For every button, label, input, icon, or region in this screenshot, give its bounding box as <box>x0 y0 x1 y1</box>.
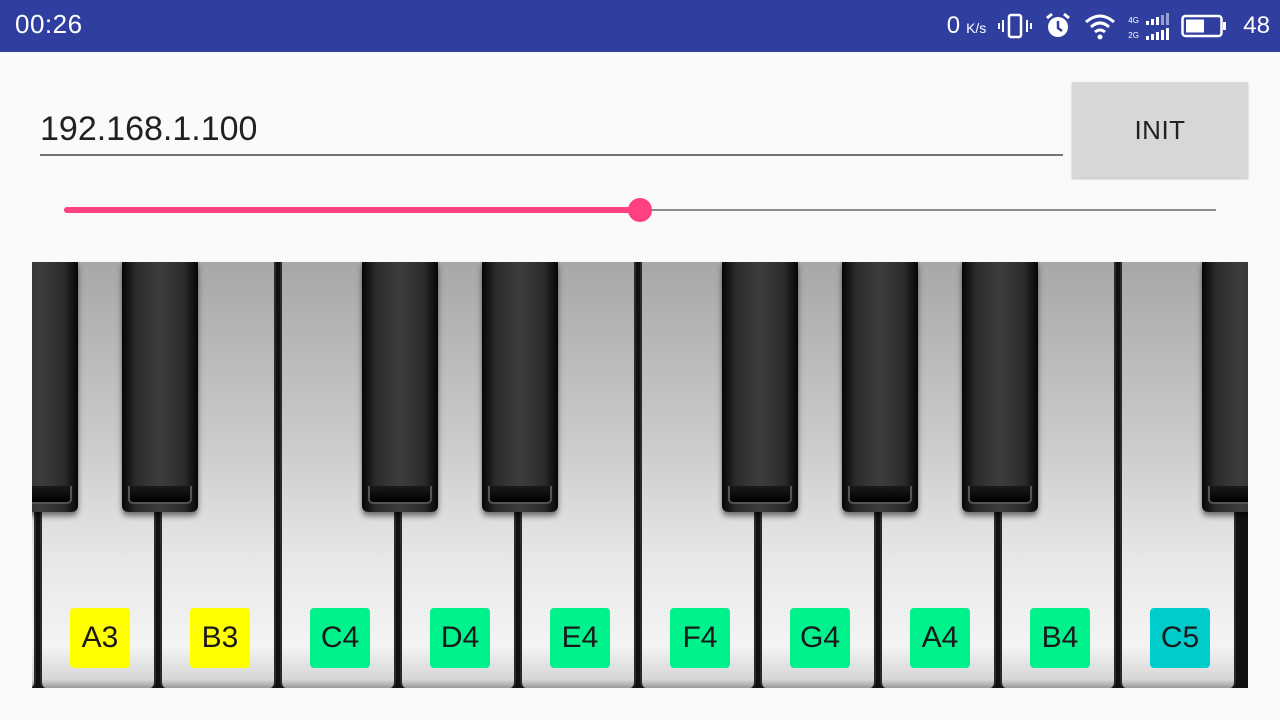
piano-black-key[interactable] <box>122 262 198 512</box>
network-speed: 0 K/s <box>947 12 987 40</box>
note-label-c5: C5 <box>1150 608 1210 668</box>
battery-level: 48 <box>1243 12 1270 39</box>
note-label-f4: F4 <box>670 608 730 668</box>
signal-label-4g: 4G <box>1128 15 1139 25</box>
status-bar: 00:26 0 K/s 4G 2G 48 <box>0 0 1280 52</box>
slider-fill <box>64 207 640 213</box>
network-speed-value: 0 <box>946 12 961 39</box>
piano-black-key[interactable] <box>842 262 918 512</box>
signal-label-2g: 2G <box>1128 30 1139 40</box>
piano-black-key[interactable] <box>32 262 78 512</box>
piano-black-key[interactable] <box>722 262 798 512</box>
ip-address-input[interactable] <box>40 104 1063 156</box>
piano-black-key[interactable] <box>362 262 438 512</box>
cellular-signal-icon: 4G 2G <box>1128 12 1170 40</box>
vibrate-icon <box>998 12 1033 40</box>
slider-thumb[interactable] <box>628 198 652 222</box>
volume-slider[interactable] <box>64 190 1216 230</box>
network-speed-unit: K/s <box>966 20 987 36</box>
piano-black-key[interactable] <box>1202 262 1248 512</box>
piano-black-key[interactable] <box>482 262 558 512</box>
note-label-g4: G4 <box>790 608 850 668</box>
note-label-e4: E4 <box>550 608 610 668</box>
note-label-b4: B4 <box>1030 608 1090 668</box>
note-label-b3: B3 <box>190 608 250 668</box>
piano-black-key[interactable] <box>962 262 1038 512</box>
init-button[interactable]: INIT <box>1072 82 1248 178</box>
battery-icon <box>1181 14 1227 38</box>
status-icons: 0 K/s 4G 2G 48 <box>947 0 1270 52</box>
piano-keyboard: A3 B3 C4 D4 E4 F4 G4 A4 B4 C5 <box>32 262 1248 688</box>
alarm-icon <box>1044 12 1072 40</box>
note-label-a4: A4 <box>910 608 970 668</box>
clock: 00:26 <box>15 9 83 39</box>
note-label-d4: D4 <box>430 608 490 668</box>
note-label-c4: C4 <box>310 608 370 668</box>
wifi-icon <box>1084 12 1116 40</box>
note-label-a3: A3 <box>70 608 130 668</box>
